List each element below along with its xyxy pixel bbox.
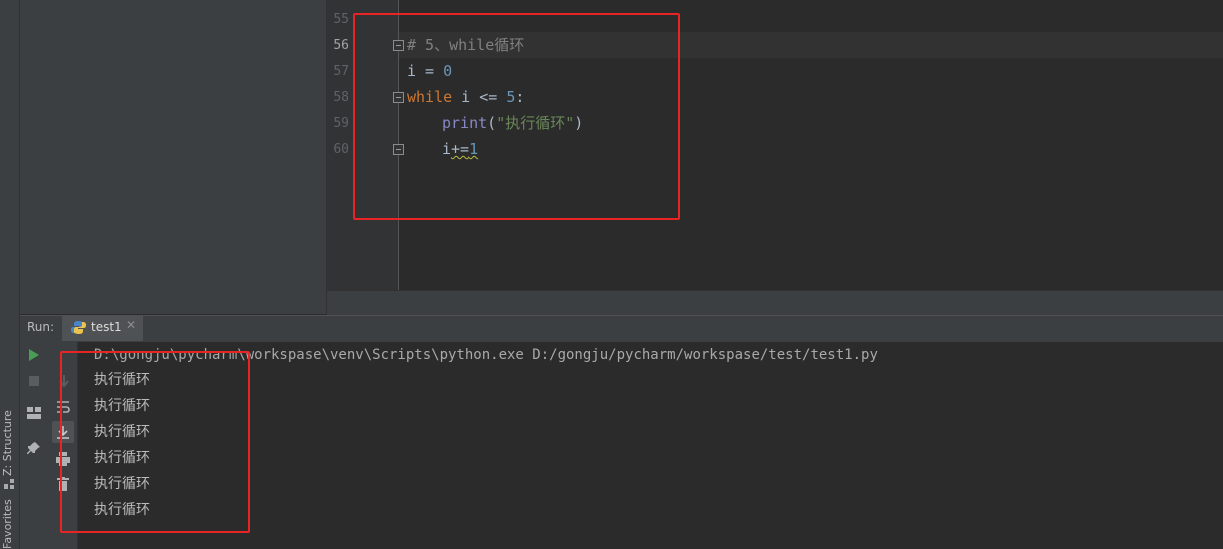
- highlight-box-output: [60, 351, 250, 533]
- line-number: 57: [333, 64, 349, 79]
- line-number: 58: [333, 90, 349, 105]
- favorites-tool-window-button[interactable]: Favorites: [1, 499, 14, 549]
- run-icon[interactable]: [28, 348, 40, 362]
- structure-icon: [4, 479, 14, 489]
- layout-icon[interactable]: [27, 407, 41, 419]
- structure-tool-window-button[interactable]: Z: Structure: [1, 410, 14, 476]
- close-icon[interactable]: ✕: [126, 318, 136, 332]
- run-panel-label: Run:: [27, 320, 55, 334]
- run-tab-label: test1: [91, 320, 122, 334]
- run-panel-header: [20, 315, 1223, 343]
- line-number: 55: [333, 12, 349, 27]
- python-icon: [71, 321, 86, 334]
- highlight-box-code: [353, 13, 680, 220]
- line-number: 59: [333, 116, 349, 131]
- editor-bottom-bar: [327, 290, 1223, 315]
- line-number: 60: [333, 142, 349, 157]
- pin-icon[interactable]: [27, 441, 41, 455]
- line-number-current: 56: [333, 38, 349, 53]
- stop-icon[interactable]: [29, 376, 39, 386]
